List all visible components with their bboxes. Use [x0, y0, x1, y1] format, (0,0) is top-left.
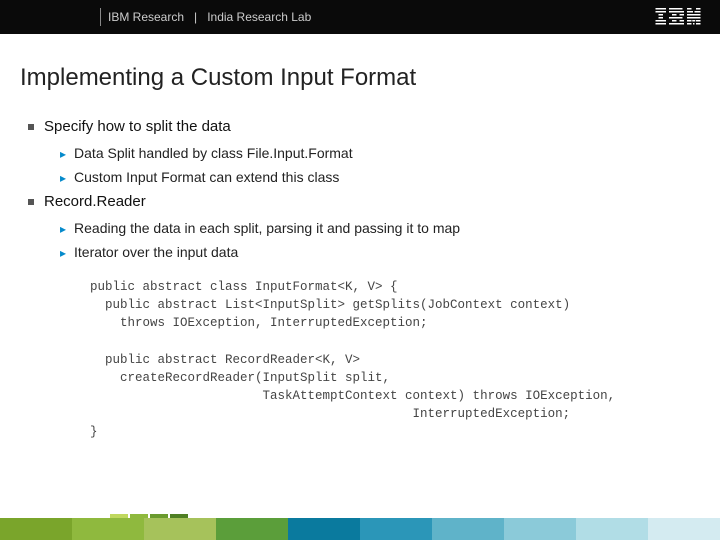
stripe-segment	[432, 518, 504, 540]
section-2-sub-1-text: Reading the data in each split, parsing …	[74, 220, 460, 236]
org-text: IBM Research	[108, 10, 184, 24]
page-title: Implementing a Custom Input Format	[20, 64, 700, 92]
footer-stripe	[0, 518, 720, 540]
stripe-segment	[216, 518, 288, 540]
section-2-sub-2: ▸ Iterator over the input data	[20, 244, 700, 260]
stripe-segment	[504, 518, 576, 540]
square-bullet-icon	[28, 124, 34, 130]
section-2-label: Record.Reader	[44, 193, 146, 210]
arrow-bullet-icon: ▸	[60, 246, 66, 260]
section-1-sub-1-text: Data Split handled by class File.Input.F…	[74, 145, 353, 161]
header-org: IBM Research | India Research Lab	[108, 10, 311, 24]
stripe-segment	[144, 518, 216, 540]
arrow-bullet-icon: ▸	[60, 147, 66, 161]
section-1-sub-1: ▸ Data Split handled by class File.Input…	[20, 145, 700, 161]
stripe-segment	[576, 518, 648, 540]
stripe-segment	[72, 518, 144, 540]
section-2-sub-1: ▸ Reading the data in each split, parsin…	[20, 220, 700, 236]
stripe-segment	[648, 518, 720, 540]
lab-text: India Research Lab	[207, 10, 311, 24]
section-1: Specify how to split the data	[20, 118, 700, 135]
section-2-sub-2-text: Iterator over the input data	[74, 244, 238, 260]
section-2: Record.Reader	[20, 193, 700, 210]
arrow-bullet-icon: ▸	[60, 222, 66, 236]
stripe-segment	[288, 518, 360, 540]
arrow-bullet-icon: ▸	[60, 171, 66, 185]
header-divider	[100, 8, 101, 26]
section-1-sub-2: ▸ Custom Input Format can extend this cl…	[20, 169, 700, 185]
square-bullet-icon	[28, 199, 34, 205]
divider-text: |	[194, 10, 197, 24]
ibm-logo-icon	[654, 8, 702, 26]
section-1-label: Specify how to split the data	[44, 118, 231, 135]
section-1-sub-2-text: Custom Input Format can extend this clas…	[74, 169, 339, 185]
code-snippet: public abstract class InputFormat<K, V> …	[90, 278, 700, 441]
slide-content: Implementing a Custom Input Format Speci…	[0, 34, 720, 441]
stripe-segment	[360, 518, 432, 540]
header-bar: IBM Research | India Research Lab	[0, 0, 720, 34]
stripe-segment	[0, 518, 72, 540]
